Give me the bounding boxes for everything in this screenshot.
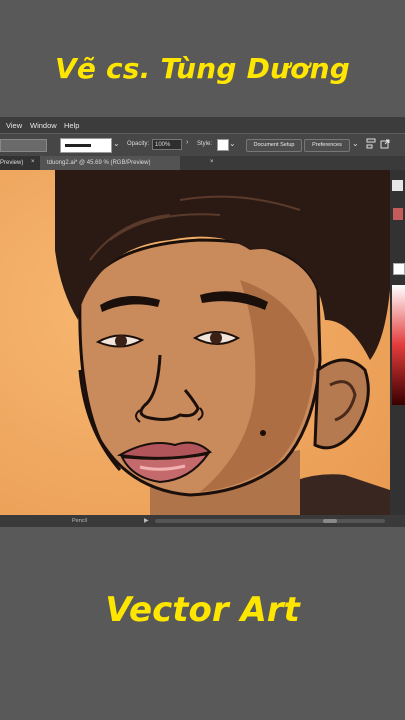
document-tab-bar: Preview) × tduong2.ai* @ 45.69 % (RGB/Pr… [0,156,405,170]
fill-swatch[interactable] [393,208,403,220]
status-bar: Pencil ▶ [0,515,405,527]
status-tool: Pencil [72,518,87,524]
style-label: Style: [197,141,213,147]
chevron-down-icon[interactable]: ⌄ [352,139,359,148]
menu-window[interactable]: Window [30,121,57,130]
tab-preview[interactable]: Preview) × [0,156,40,170]
right-panel [390,170,405,515]
color-spectrum[interactable] [392,285,405,405]
vector-portrait [0,170,390,515]
chevron-down-icon[interactable]: ⌄ [229,139,236,148]
none-swatch[interactable] [393,263,405,275]
panel-tab[interactable] [392,180,403,191]
top-caption: Vẽ cs. Tùng Dương [55,52,350,85]
tab-tduong2[interactable]: tduong2.ai* @ 45.69 % (RGB/Preview) × [40,156,214,170]
opacity-label: Opacity: [127,141,150,147]
bottom-caption: Vector Art [105,590,300,630]
document-setup-button[interactable]: Document Setup [246,139,302,152]
menu-bar: View Window Help [0,117,405,133]
brush-preview[interactable] [60,138,112,153]
close-icon[interactable]: × [210,159,214,165]
menu-help[interactable]: Help [64,121,79,130]
arrange-icon[interactable] [366,138,376,152]
preferences-button[interactable]: Preferences [304,139,350,152]
illustrator-window: View Window Help ⌄ Opacity: 100% › Style… [0,117,405,527]
menu-view[interactable]: View [6,121,22,130]
horizontal-scrollbar[interactable] [155,519,385,523]
artboard-canvas[interactable] [0,170,390,515]
opacity-field[interactable]: 100% [152,139,182,150]
chevron-right-icon[interactable]: › [186,139,188,146]
stroke-swatch[interactable] [0,139,47,152]
play-icon[interactable]: ▶ [144,517,149,524]
style-swatch[interactable] [217,139,229,151]
control-bar: ⌄ Opacity: 100% › Style: ⌄ Document Setu… [0,133,405,157]
close-icon[interactable]: × [31,159,35,165]
chevron-down-icon[interactable]: ⌄ [113,139,120,148]
export-icon[interactable] [380,138,390,152]
